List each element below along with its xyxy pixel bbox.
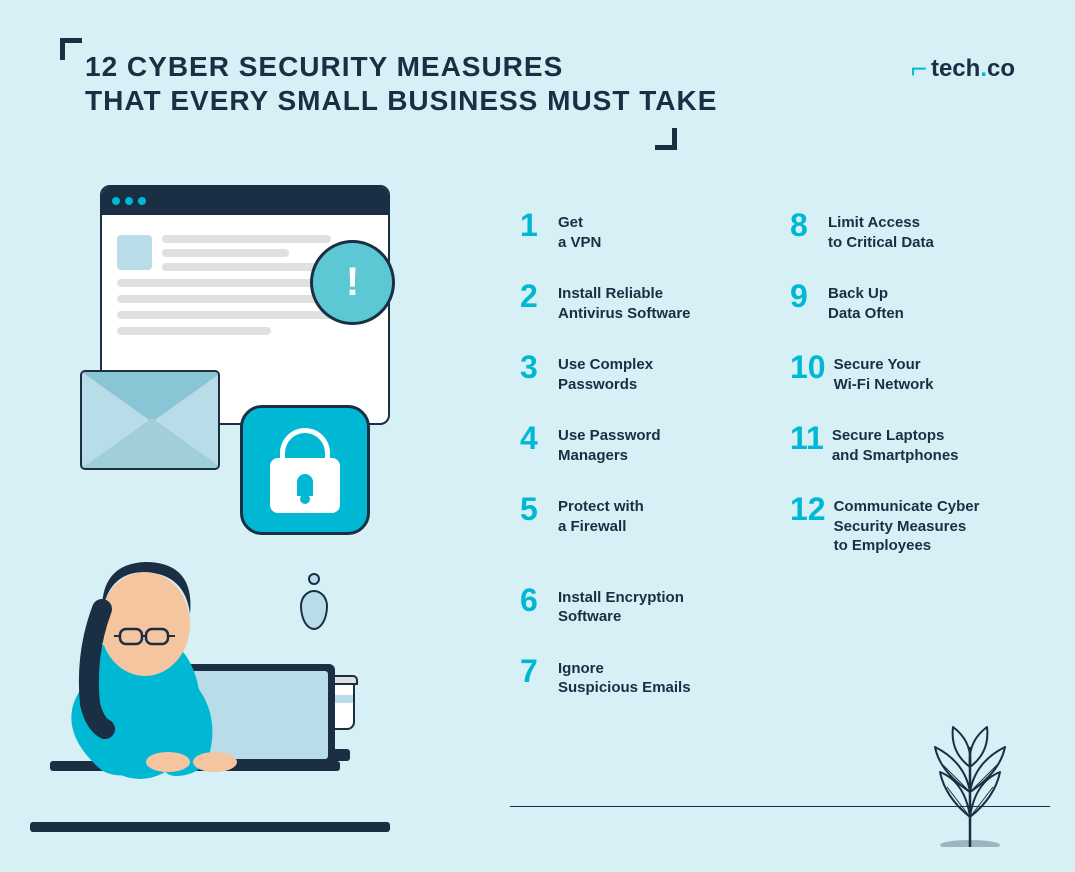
title-line1: 12 CYBER SECURITY MEASURES <box>85 50 717 84</box>
item-number: 8 <box>790 209 820 241</box>
envelope-body <box>80 370 220 470</box>
item-label: Secure Laptops and Smartphones <box>832 422 959 465</box>
item-number: 2 <box>520 280 550 312</box>
item-number: 10 <box>790 351 826 383</box>
browser-content-box <box>117 235 152 270</box>
items-grid: 1Get a VPN8Limit Access to Critical Data… <box>510 195 1050 712</box>
list-item: 9Back Up Data Often <box>780 266 1050 337</box>
browser-line <box>162 235 331 243</box>
browser-line <box>162 249 289 257</box>
item-label: Install Encryption Software <box>558 584 684 627</box>
item-number: 11 <box>790 422 824 454</box>
item-label: Install Reliable Antivirus Software <box>558 280 691 323</box>
item-spacer <box>780 570 1050 641</box>
item-label: Use Complex Passwords <box>558 351 653 394</box>
envelope <box>80 370 220 470</box>
list-item: 1Get a VPN <box>510 195 780 266</box>
list-item: 12Communicate Cyber Security Measures to… <box>780 479 1050 570</box>
item-label: Protect with a Firewall <box>558 493 644 536</box>
item-label: Back Up Data Often <box>828 280 904 323</box>
corner-decoration-br <box>655 128 677 150</box>
title-line2: THAT EVERY SMALL BUSINESS MUST TAKE <box>85 84 717 118</box>
item-number: 9 <box>790 280 820 312</box>
item-label: Limit Access to Critical Data <box>828 209 934 252</box>
item-number: 3 <box>520 351 550 383</box>
lock-keyhole <box>297 474 313 496</box>
browser-line <box>117 295 322 303</box>
browser-dot-1 <box>112 197 120 205</box>
lock-body <box>270 458 340 513</box>
list-item: 5Protect with a Firewall <box>510 479 780 570</box>
item-number: 5 <box>520 493 550 525</box>
item-label: Secure Your Wi-Fi Network <box>834 351 934 394</box>
item-label: Get a VPN <box>558 209 601 252</box>
lock-icon-container <box>240 405 370 535</box>
lock-icon <box>270 428 340 513</box>
item-number: 7 <box>520 655 550 687</box>
title-block: 12 CYBER SECURITY MEASURES THAT EVERY SM… <box>85 50 717 117</box>
item-number: 12 <box>790 493 826 525</box>
item-label: Use Password Managers <box>558 422 661 465</box>
list-item: 8Limit Access to Critical Data <box>780 195 1050 266</box>
item-label: Ignore Suspicious Emails <box>558 655 691 698</box>
browser-line <box>117 327 271 335</box>
browser-dot-3 <box>138 197 146 205</box>
list-item: 10Secure Your Wi-Fi Network <box>780 337 1050 408</box>
envelope-flap <box>82 372 220 422</box>
plant-decoration <box>915 717 1025 847</box>
item-label: Communicate Cyber Security Measures to E… <box>834 493 980 556</box>
envelope-bottom <box>82 418 220 468</box>
item-spacer <box>780 641 1050 712</box>
alert-circle: ! <box>310 240 395 325</box>
item-number: 4 <box>520 422 550 454</box>
lock-shackle <box>280 428 330 460</box>
list-item: 6Install Encryption Software <box>510 570 780 641</box>
person-illustration <box>20 494 360 824</box>
list-item: 4Use Password Managers <box>510 408 780 479</box>
list-item: 2Install Reliable Antivirus Software <box>510 266 780 337</box>
item-number: 1 <box>520 209 550 241</box>
item-number: 6 <box>520 584 550 616</box>
logo-bracket: ⌐ <box>911 55 927 83</box>
logo: ⌐ tech.co <box>911 55 1015 83</box>
list-item: 7Ignore Suspicious Emails <box>510 641 780 712</box>
corner-decoration-tl <box>60 38 82 60</box>
list-item: 11Secure Laptops and Smartphones <box>780 408 1050 479</box>
browser-dot-2 <box>125 197 133 205</box>
logo-text: tech.co <box>931 55 1015 83</box>
browser-bar <box>102 187 388 215</box>
list-item: 3Use Complex Passwords <box>510 337 780 408</box>
